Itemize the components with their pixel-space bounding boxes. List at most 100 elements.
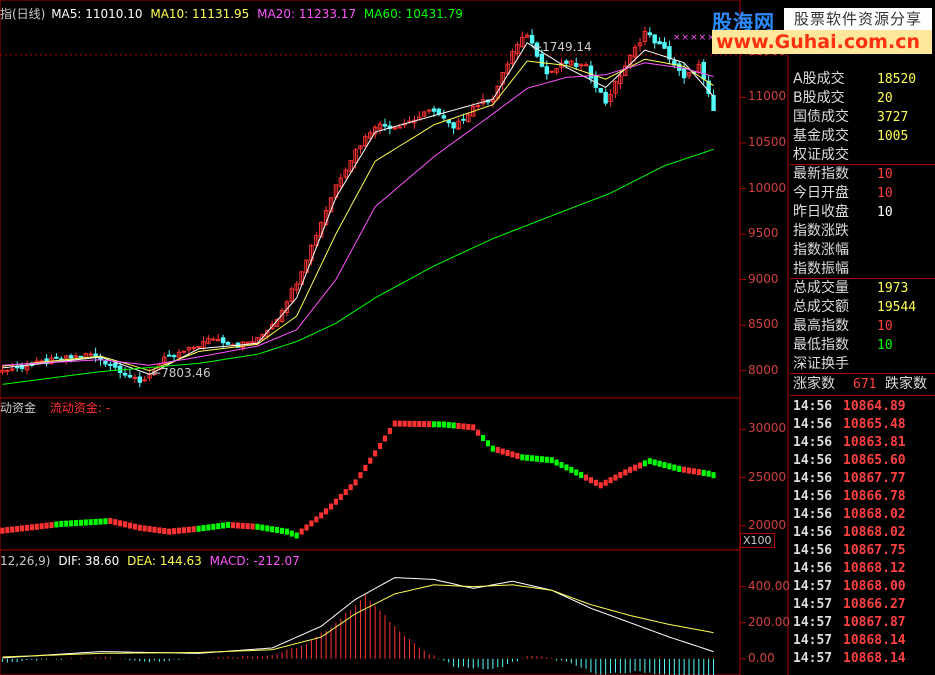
flow-dot <box>520 454 525 461</box>
info-label: 基金成交 <box>793 128 849 144</box>
tick-price: 10867.75 <box>843 543 906 558</box>
tick-row: 14:57 10868.00 <box>793 578 935 596</box>
candle-body <box>191 347 196 350</box>
flow-dot <box>505 449 510 456</box>
info-row: 今日开盘 10 <box>793 184 935 203</box>
flow-dot <box>176 527 182 534</box>
flow-dot <box>633 464 638 471</box>
flow-dot <box>152 526 157 533</box>
info-row: 指数振幅 <box>793 260 935 279</box>
info-row: 指数涨幅 <box>793 241 935 260</box>
flow-dot <box>637 462 643 469</box>
tick-price: 10868.14 <box>843 633 906 648</box>
flow-dot <box>711 472 716 479</box>
info-row: 昨日收盘 10 <box>793 203 935 222</box>
up-count-label: 涨家数 <box>793 376 835 392</box>
tick-row: 14:56 10865.60 <box>793 452 935 470</box>
candle-body <box>436 108 442 115</box>
flow-dot <box>441 421 446 428</box>
info-label: 总成交额 <box>793 299 849 315</box>
flow-dot <box>500 448 505 455</box>
candle-body <box>171 355 177 358</box>
header-prefix: 指(日线) <box>0 7 46 21</box>
flow-dot <box>240 522 245 529</box>
candle-body <box>108 363 113 367</box>
candle-body <box>461 118 466 121</box>
dea-readout: DEA: 144.63 <box>127 554 202 568</box>
info-label: 最高指数 <box>793 318 849 334</box>
tick-time: 14:57 <box>793 633 833 648</box>
candle-body <box>564 60 569 64</box>
info-label: 昨日收盘 <box>793 204 849 220</box>
info-label: B股成交 <box>793 90 845 106</box>
flow-dot <box>235 522 240 529</box>
ma5-readout: MA5: 11010.10 <box>51 7 143 21</box>
info-row: 最高指数 10 <box>793 317 935 336</box>
flow-dot <box>44 522 49 529</box>
info-value: 19544 <box>877 300 917 315</box>
candle-body <box>5 369 10 372</box>
flow-dot <box>299 528 304 535</box>
tick-time: 14:56 <box>793 435 833 450</box>
candle-body <box>127 374 133 378</box>
candle-body <box>647 32 653 36</box>
tick-price: 10868.12 <box>843 561 906 576</box>
high-annotation: ←1749.14 <box>532 40 592 54</box>
candles <box>0 26 716 388</box>
macd-params: 12,26,9) <box>0 554 51 568</box>
candle-body <box>681 68 687 79</box>
candle-body <box>93 353 98 357</box>
candle-body <box>441 115 447 119</box>
candle-body <box>122 372 128 376</box>
tick-time: 14:56 <box>793 399 833 414</box>
tick-price: 10867.77 <box>843 471 906 486</box>
flow-dot <box>319 512 324 519</box>
info-value: 10 <box>877 186 893 201</box>
flow-dot <box>201 525 206 532</box>
candle-body <box>220 337 226 344</box>
flow-dot <box>466 423 471 430</box>
flow-dot <box>304 524 309 531</box>
chart-area-border <box>0 0 741 675</box>
flow-dot <box>564 464 569 471</box>
low-label: 7803.46 <box>161 366 211 380</box>
tick-time: 14:57 <box>793 579 833 594</box>
flow-dot <box>696 469 701 476</box>
info-label: 指数涨跌 <box>793 223 849 239</box>
candle-body <box>54 356 59 359</box>
candle-body <box>657 41 662 45</box>
flow-dot <box>373 450 378 457</box>
flow-dot <box>677 465 682 472</box>
flow-dot <box>54 521 59 528</box>
candle-body <box>431 108 437 112</box>
high-label: 1749.14 <box>542 40 592 54</box>
flow-dot <box>279 527 285 534</box>
flow-dot <box>574 469 579 476</box>
price-tick: 8500 <box>748 317 779 332</box>
tick-price: 10866.78 <box>843 489 906 504</box>
flow-dot <box>294 532 299 539</box>
info-row: A股成交 18520 <box>793 70 935 89</box>
up-count-value: 671 <box>853 377 877 392</box>
flow-dot <box>309 520 314 527</box>
flow-dot <box>270 526 275 533</box>
tick-row: 14:57 10866.27 <box>793 596 935 614</box>
info-row: 基金成交 1005 <box>793 127 935 146</box>
flow-tick: 20000 <box>748 517 787 532</box>
tick-time: 14:56 <box>793 453 833 468</box>
tick-row: 14:57 10868.14 <box>793 650 935 668</box>
flow-dot <box>147 526 152 533</box>
info-row: 指数涨跌 <box>793 222 935 241</box>
flow-dot <box>260 524 265 531</box>
candle-body <box>539 53 545 67</box>
info-value: 10 <box>877 205 893 220</box>
candle-body <box>544 66 550 75</box>
flow-dot <box>672 464 677 471</box>
info-row: 最低指数 10 <box>793 336 935 355</box>
tick-price: 10866.27 <box>843 597 906 612</box>
tick-time: 14:57 <box>793 651 833 666</box>
flow-dot <box>275 527 280 534</box>
flow-dot <box>701 469 706 476</box>
info-value: 10 <box>877 167 893 182</box>
tick-row: 14:56 10866.78 <box>793 488 935 506</box>
